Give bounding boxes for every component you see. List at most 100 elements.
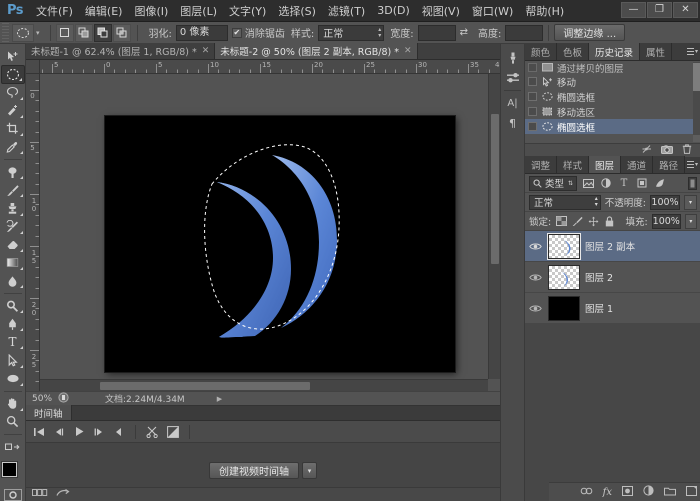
new-selection-button[interactable] — [55, 23, 74, 42]
eraser-tool[interactable] — [1, 236, 25, 254]
scissors-icon[interactable] — [146, 425, 159, 438]
history-item-0[interactable]: 通过拷贝的图层 — [525, 61, 700, 75]
close-button[interactable]: ✕ — [673, 2, 698, 18]
menu-type[interactable]: 文字(Y) — [223, 0, 272, 22]
layer-filter-type-select[interactable]: 类型 ⇅ — [529, 175, 577, 191]
layer-row-1[interactable]: 图层 2 — [525, 262, 700, 293]
paragraph-panel-icon[interactable]: ¶ — [502, 113, 524, 133]
opacity-slider-button[interactable]: ▾ — [684, 194, 697, 210]
history-panel[interactable]: 通过拷贝的图层 移动 椭圆选框 移动选区 椭圆选框 — [525, 61, 700, 143]
close-icon[interactable]: ✕ — [404, 46, 412, 56]
maximize-button[interactable]: ❐ — [647, 2, 672, 18]
foreground-color-swatch[interactable] — [0, 460, 18, 478]
lock-all-icon[interactable] — [603, 214, 615, 228]
doc-info-icon[interactable] — [58, 391, 69, 406]
scrollbar-thumb[interactable] — [100, 382, 310, 390]
history-item-3[interactable]: 移动选区 — [525, 104, 700, 119]
previous-frame-button[interactable] — [52, 425, 65, 438]
canvas-viewport[interactable] — [40, 74, 500, 379]
adjustments-panel-icon[interactable] — [502, 68, 524, 88]
history-snapshot-checkbox[interactable] — [528, 77, 537, 86]
create-video-timeline-button[interactable]: 创建视频时间轴 — [209, 462, 299, 479]
layer-thumbnail[interactable] — [548, 264, 580, 290]
vertical-ruler[interactable]: 0 5 10 15 20 25 — [26, 74, 40, 391]
scrollbar-thumb[interactable] — [693, 63, 700, 91]
subtract-from-selection-button[interactable] — [93, 23, 112, 42]
options-bar-grip[interactable] — [2, 22, 9, 43]
opacity-value[interactable]: 100% — [650, 194, 680, 210]
history-item-2[interactable]: 椭圆选框 — [525, 89, 700, 104]
history-brush-tool[interactable] — [1, 218, 25, 236]
eyedropper-tool[interactable] — [1, 138, 25, 156]
antialias-checkbox[interactable]: ✔ 消除锯齿 — [231, 25, 285, 40]
new-group-icon[interactable] — [664, 486, 676, 499]
create-new-snapshot-icon[interactable] — [661, 144, 673, 157]
tab-adjustments[interactable]: 调整 — [525, 156, 558, 173]
lock-transparent-pixels-icon[interactable] — [555, 214, 567, 228]
ellipse-shape-tool[interactable] — [1, 370, 25, 388]
tab-styles[interactable]: 样式 — [557, 156, 590, 173]
swap-width-height-icon[interactable]: ⇄ — [460, 27, 468, 38]
status-expand-arrow[interactable]: ▶ — [217, 395, 222, 403]
filter-pixel-icon[interactable] — [581, 176, 595, 191]
layer-mask-icon[interactable] — [622, 485, 633, 499]
menu-window[interactable]: 窗口(W) — [466, 0, 519, 22]
layer-thumbnail[interactable] — [548, 233, 580, 259]
move-tool[interactable] — [1, 47, 25, 65]
go-to-first-frame-button[interactable] — [32, 425, 45, 438]
menu-filter[interactable]: 滤镜(T) — [322, 0, 371, 22]
layer-row-2[interactable]: 图层 1 — [525, 293, 700, 324]
menu-help[interactable]: 帮助(H) — [519, 0, 570, 22]
close-icon[interactable]: ✕ — [202, 46, 210, 56]
lock-image-pixels-icon[interactable] — [571, 214, 583, 228]
filter-adjustment-icon[interactable] — [599, 176, 613, 191]
history-snapshot-checkbox[interactable] — [528, 92, 537, 101]
panel-menu-button[interactable]: ▾ — [686, 161, 698, 168]
layer-visibility-icon[interactable] — [528, 239, 543, 253]
layer-visibility-icon[interactable] — [528, 301, 543, 315]
gradient-tool[interactable] — [1, 254, 25, 272]
audio-button[interactable] — [112, 425, 125, 438]
spot-healing-brush-tool[interactable] — [1, 163, 25, 181]
add-to-selection-button[interactable] — [74, 23, 93, 42]
color-swatches[interactable] — [0, 460, 26, 486]
clone-stamp-tool[interactable] — [1, 199, 25, 217]
link-layers-icon[interactable] — [580, 487, 593, 498]
fill-value[interactable]: 100% — [651, 213, 681, 229]
tab-layers[interactable]: 图层 — [589, 156, 622, 173]
elliptical-marquee-tool[interactable] — [0, 65, 25, 84]
ellipse-marquee-icon[interactable] — [12, 23, 34, 42]
feather-input[interactable]: 0 像素 — [175, 24, 228, 41]
panel-menu-button[interactable]: ▾ — [686, 48, 698, 55]
width-input[interactable] — [417, 24, 456, 41]
edit-toolbar-icon[interactable] — [1, 438, 25, 456]
blend-mode-select[interactable]: 正常 ▴ ▾ — [529, 194, 601, 210]
menu-layer[interactable]: 图层(L) — [174, 0, 223, 22]
layer-row-0[interactable]: 图层 2 副本 — [525, 231, 700, 262]
lasso-tool[interactable] — [1, 84, 25, 102]
style-select[interactable]: 正常 ▴ ▾ — [318, 24, 385, 41]
tab-paths[interactable]: 路径 — [653, 156, 686, 173]
tab-history[interactable]: 历史记录 — [589, 43, 641, 60]
new-layer-icon[interactable] — [686, 485, 697, 499]
next-frame-button[interactable] — [92, 425, 105, 438]
tab-channels[interactable]: 通道 — [621, 156, 654, 173]
intersect-selection-button[interactable] — [112, 23, 131, 42]
history-item-4[interactable]: 椭圆选框 — [525, 119, 700, 134]
zoom-level[interactable]: 50% — [32, 394, 52, 404]
history-snapshot-checkbox[interactable] — [528, 107, 537, 116]
filter-type-icon[interactable]: T — [617, 176, 631, 191]
frame-mode-icon[interactable] — [32, 489, 48, 500]
tab-color[interactable]: 颜色 — [525, 43, 558, 60]
dodge-tool[interactable] — [1, 297, 25, 315]
brush-tool[interactable] — [1, 181, 25, 199]
layer-thumbnail[interactable] — [548, 295, 580, 321]
crop-tool[interactable] — [1, 120, 25, 138]
height-input[interactable] — [505, 24, 544, 41]
history-scrollbar[interactable] — [693, 62, 700, 142]
quick-selection-tool[interactable] — [1, 102, 25, 120]
document-tab-2[interactable]: 未标题-2 @ 50% (图层 2 副本, RGB/8) * ✕ — [215, 43, 418, 59]
refine-edge-button[interactable]: 调整边缘 ... — [554, 24, 626, 41]
transition-icon[interactable] — [166, 425, 179, 438]
ruler-corner[interactable] — [26, 60, 40, 74]
